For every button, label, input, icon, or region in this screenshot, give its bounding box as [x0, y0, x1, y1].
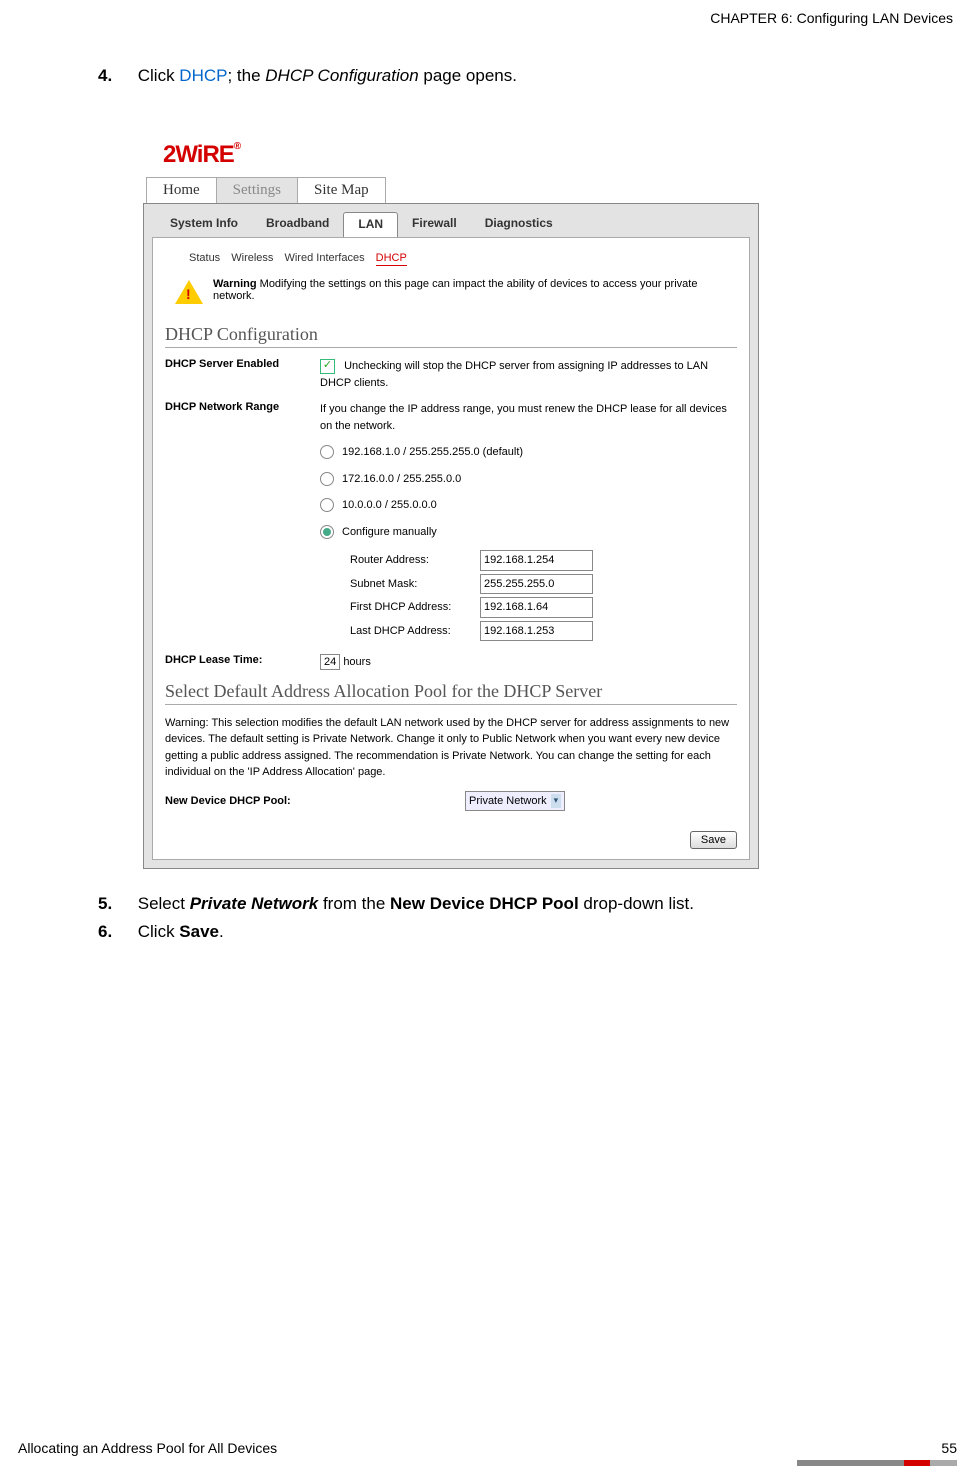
page-number: 55 — [941, 1440, 957, 1456]
dhcp-link-text: DHCP — [179, 66, 227, 85]
footer-section-title: Allocating an Address Pool for All Devic… — [18, 1440, 277, 1456]
chevron-down-icon: ▾ — [551, 794, 562, 808]
label-last-dhcp: Last DHCP Address: — [350, 623, 480, 640]
select-value: Private Network — [469, 793, 547, 810]
chapter-header: CHAPTER 6: Configuring LAN Devices — [18, 10, 957, 26]
label-network-range: DHCP Network Range — [165, 401, 320, 413]
label-router-address: Router Address: — [350, 552, 480, 569]
step-text: drop-down list. — [579, 894, 694, 913]
step-text: Select — [138, 894, 190, 913]
step-text: page opens. — [419, 66, 517, 85]
radio-label: 10.0.0.0 / 255.0.0.0 — [342, 497, 437, 514]
step-text: from the — [318, 894, 390, 913]
step-text: Click — [138, 66, 180, 85]
step-4: 4. Click DHCP; the DHCP Configuration pa… — [98, 66, 957, 86]
screenshot-figure: 2WiRE® Home Settings Site Map System Inf… — [143, 116, 759, 869]
subsub-wired[interactable]: Wired Interfaces — [284, 252, 364, 264]
step-6: 6. Click Save. — [98, 922, 957, 942]
section-allocation-pool: Select Default Address Allocation Pool f… — [165, 681, 737, 705]
desc-dhcp-enabled: Unchecking will stop the DHCP server fro… — [320, 360, 708, 389]
radio-label: 172.16.0.0 / 255.255.0.0 — [342, 471, 461, 488]
radio-label: 192.168.1.0 / 255.255.255.0 (default) — [342, 444, 523, 461]
input-subnet-mask[interactable]: 255.255.255.0 — [480, 574, 593, 595]
subtab-system-info[interactable]: System Info — [156, 212, 252, 237]
subsub-wireless[interactable]: Wireless — [231, 252, 273, 264]
section-dhcp-config: DHCP Configuration — [165, 324, 737, 348]
step-text-italic: DHCP Configuration — [265, 66, 418, 85]
step-text-bold-italic: Private Network — [190, 894, 319, 913]
warning-text: Warning Modifying the settings on this p… — [213, 278, 737, 302]
label-lease-unit: hours — [343, 656, 371, 668]
step-text-bold: New Device DHCP Pool — [390, 894, 579, 913]
radio-range-default[interactable] — [320, 445, 334, 459]
label-dhcp-pool: New Device DHCP Pool: — [165, 795, 465, 807]
step-text: ; the — [227, 66, 265, 85]
label-dhcp-enabled: DHCP Server Enabled — [165, 358, 320, 370]
step-number: 5. — [98, 894, 133, 914]
step-text: . — [219, 922, 224, 941]
tab-settings[interactable]: Settings — [216, 177, 298, 203]
subtab-broadband[interactable]: Broadband — [252, 212, 343, 237]
step-text-bold: Save — [179, 922, 219, 941]
step-text: Click — [138, 922, 180, 941]
subtab-diagnostics[interactable]: Diagnostics — [471, 212, 567, 237]
radio-range-manual[interactable] — [320, 525, 334, 539]
subtab-firewall[interactable]: Firewall — [398, 212, 471, 237]
select-dhcp-pool[interactable]: Private Network ▾ — [465, 791, 565, 812]
save-button[interactable]: Save — [690, 831, 737, 849]
subtab-lan[interactable]: LAN — [343, 212, 398, 237]
pool-warning-text: Warning: This selection modifies the def… — [165, 715, 737, 781]
radio-label: Configure manually — [342, 524, 437, 541]
tab-home[interactable]: Home — [146, 177, 217, 203]
warning-icon — [175, 280, 203, 304]
step-5: 5. Select Private Network from the New D… — [98, 894, 957, 914]
radio-range-10[interactable] — [320, 498, 334, 512]
checkbox-dhcp-enabled[interactable]: ✓ — [320, 359, 335, 374]
label-lease-time: DHCP Lease Time: — [165, 654, 320, 666]
input-first-dhcp[interactable]: 192.168.1.64 — [480, 597, 593, 618]
input-last-dhcp[interactable]: 192.168.1.253 — [480, 621, 593, 642]
subsub-status[interactable]: Status — [189, 252, 220, 264]
subsub-dhcp[interactable]: DHCP — [376, 252, 407, 266]
footer-decoration — [797, 1460, 957, 1466]
label-first-dhcp: First DHCP Address: — [350, 599, 480, 616]
input-lease-time[interactable]: 24 — [320, 654, 340, 670]
step-number: 6. — [98, 922, 133, 942]
label-subnet-mask: Subnet Mask: — [350, 576, 480, 593]
brand-logo: 2WiRE® — [163, 141, 240, 168]
radio-range-172[interactable] — [320, 472, 334, 486]
desc-network-range: If you change the IP address range, you … — [320, 401, 737, 434]
input-router-address[interactable]: 192.168.1.254 — [480, 550, 593, 571]
step-number: 4. — [98, 66, 133, 86]
tab-sitemap[interactable]: Site Map — [297, 177, 386, 203]
